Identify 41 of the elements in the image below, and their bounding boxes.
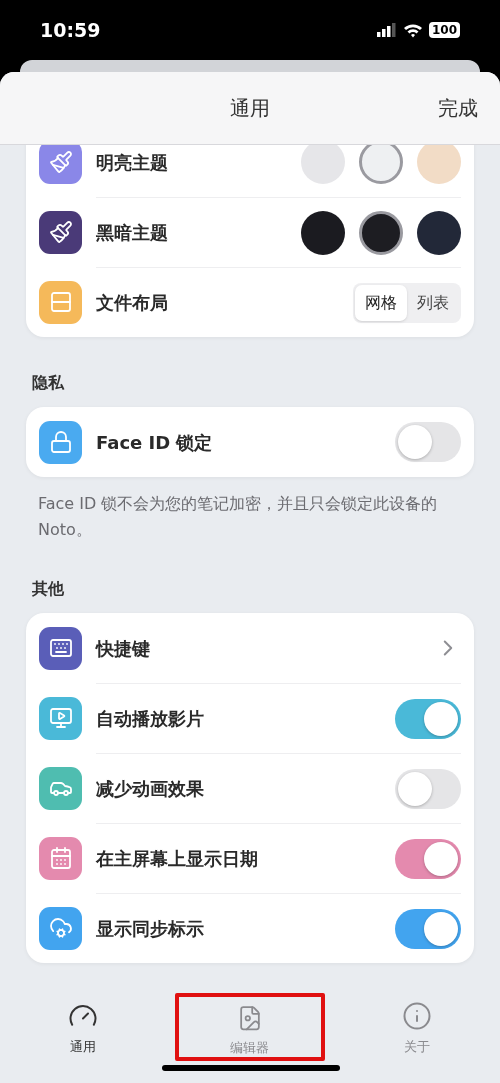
toggle-switch[interactable] bbox=[395, 698, 461, 739]
battery-indicator: 100 bbox=[428, 22, 460, 38]
brush-icon bbox=[48, 150, 73, 174]
theme-swatch[interactable] bbox=[417, 210, 461, 255]
setting-label: 明亮主题 bbox=[96, 150, 168, 175]
setting-label: 减少动画效果 bbox=[96, 777, 204, 801]
brush-icon bbox=[48, 220, 73, 244]
wifi-icon bbox=[402, 22, 423, 38]
signal-icon bbox=[376, 23, 397, 37]
toggle-switch[interactable] bbox=[395, 422, 461, 462]
setting-label: 快捷键 bbox=[96, 636, 150, 661]
play-screen-icon bbox=[48, 706, 73, 730]
setting-label: 黑暗主题 bbox=[96, 221, 168, 245]
calendar-icon bbox=[48, 846, 73, 870]
setting-label: 文件布局 bbox=[96, 291, 168, 315]
segment[interactable]: 网格 bbox=[355, 284, 407, 321]
lock-icon bbox=[48, 430, 73, 454]
rows-icon bbox=[48, 290, 73, 314]
setting-label: Face ID 锁定 bbox=[96, 430, 213, 455]
keyboard-icon bbox=[48, 636, 73, 660]
clock: 10:59 bbox=[40, 17, 101, 43]
section-heading: 隐私 bbox=[31, 372, 65, 394]
toggle-switch[interactable] bbox=[395, 838, 461, 879]
segment[interactable]: 列表 bbox=[407, 284, 459, 321]
toggle-switch[interactable] bbox=[395, 908, 461, 949]
footnote: Face ID 锁不会为您的笔记加密，并且只会锁定此设备的Noto。 bbox=[37, 493, 439, 541]
theme-swatch[interactable] bbox=[301, 210, 345, 255]
theme-swatch[interactable] bbox=[359, 210, 403, 255]
done-button[interactable]: 完成 bbox=[418, 93, 478, 123]
setting-label: 显示同步标示 bbox=[96, 917, 204, 941]
theme-swatch[interactable] bbox=[301, 145, 345, 184]
theme-swatch[interactable] bbox=[417, 145, 461, 184]
setting-label: 在主屏幕上显示日期 bbox=[96, 847, 258, 871]
sheet-title: 通用 bbox=[230, 95, 270, 122]
setting-label: 自动播放影片 bbox=[96, 707, 204, 731]
tab-bar-item[interactable]: 通用 bbox=[8, 993, 159, 1061]
info-icon bbox=[401, 1001, 432, 1031]
cloud-icon bbox=[48, 916, 73, 940]
theme-swatch[interactable] bbox=[359, 145, 403, 184]
section-heading: 其他 bbox=[31, 578, 65, 600]
toggle-switch[interactable] bbox=[395, 768, 461, 809]
